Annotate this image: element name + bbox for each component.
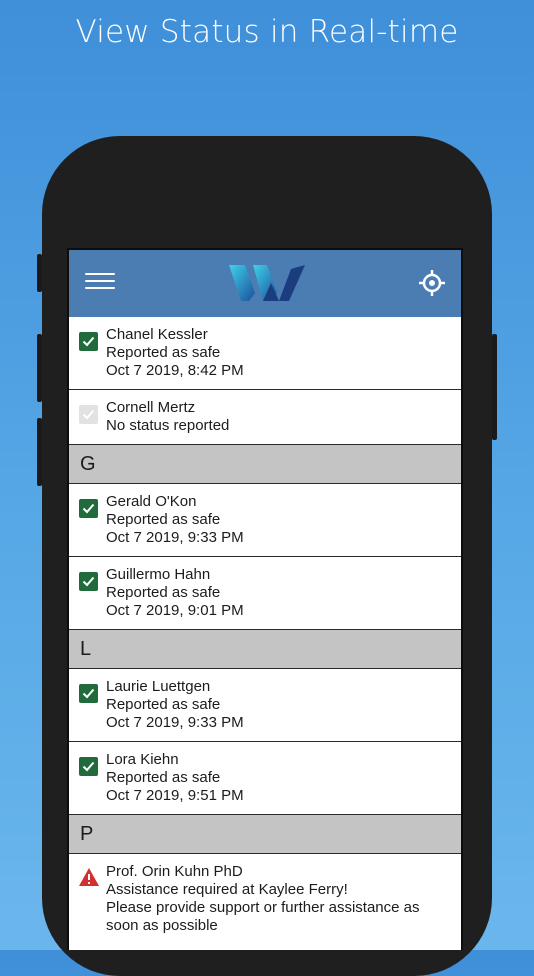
- contact-timestamp: Oct 7 2019, 8:42 PM: [106, 362, 244, 379]
- contact-message: soon as possible: [106, 917, 218, 934]
- checkmark-icon: [79, 499, 98, 518]
- contact-status: Reported as safe: [106, 769, 221, 786]
- hamburger-menu-icon[interactable]: [85, 273, 115, 293]
- contact-name: Laurie Luettgen: [106, 678, 211, 695]
- list-item[interactable]: Laurie Luettgen Reported as safe Oct 7 2…: [69, 669, 461, 742]
- contact-message: Please provide support or further assist…: [106, 899, 420, 916]
- phone-power-button: [492, 334, 497, 440]
- section-header-l: L: [69, 630, 461, 669]
- section-header-p: P: [69, 815, 461, 854]
- contact-status: Reported as safe: [106, 344, 221, 361]
- contact-name: Chanel Kessler: [106, 326, 208, 343]
- app-screen: Chanel Kessler Reported as safe Oct 7 20…: [67, 248, 463, 950]
- contact-status: Reported as safe: [106, 696, 221, 713]
- contact-name: Guillermo Hahn: [106, 566, 211, 583]
- checkmark-icon: [79, 572, 98, 591]
- contact-status: No status reported: [106, 417, 230, 434]
- headline: View Status in Real-time: [75, 14, 459, 50]
- contact-timestamp: Oct 7 2019, 9:51 PM: [106, 787, 244, 804]
- contact-status: Reported as safe: [106, 584, 221, 601]
- list-item[interactable]: Chanel Kessler Reported as safe Oct 7 20…: [69, 317, 461, 390]
- list-item[interactable]: Prof. Orin Kuhn PhD Assistance required …: [69, 854, 461, 944]
- contact-status: Reported as safe: [106, 511, 221, 528]
- contact-name: Lora Kiehn: [106, 751, 179, 768]
- contact-status: Assistance required at Kaylee Ferry!: [106, 881, 348, 898]
- list-item[interactable]: Lora Kiehn Reported as safe Oct 7 2019, …: [69, 742, 461, 815]
- contact-timestamp: Oct 7 2019, 9:33 PM: [106, 529, 244, 546]
- contact-name: Cornell Mertz: [106, 399, 196, 416]
- phone-volume-down-button: [37, 418, 42, 486]
- list-item[interactable]: Cornell Mertz No status reported: [69, 390, 461, 445]
- phone-side-button: [37, 254, 42, 292]
- checkmark-icon: [79, 332, 98, 351]
- contact-name: Prof. Orin Kuhn PhD: [106, 863, 243, 880]
- contact-name: Gerald O'Kon: [106, 493, 197, 510]
- checkmark-icon: [79, 405, 98, 424]
- list-item[interactable]: Guillermo Hahn Reported as safe Oct 7 20…: [69, 557, 461, 630]
- w-logo-icon: [229, 265, 305, 301]
- section-header-g: G: [69, 445, 461, 484]
- list-item[interactable]: Gerald O'Kon Reported as safe Oct 7 2019…: [69, 484, 461, 557]
- phone-volume-up-button: [37, 334, 42, 402]
- checkmark-icon: [79, 757, 98, 776]
- contact-timestamp: Oct 7 2019, 9:01 PM: [106, 602, 244, 619]
- crosshair-locate-icon[interactable]: [418, 269, 446, 297]
- app-bar: [69, 250, 461, 317]
- contact-timestamp: Oct 7 2019, 9:33 PM: [106, 714, 244, 731]
- checkmark-icon: [79, 684, 98, 703]
- warning-icon: [79, 868, 99, 886]
